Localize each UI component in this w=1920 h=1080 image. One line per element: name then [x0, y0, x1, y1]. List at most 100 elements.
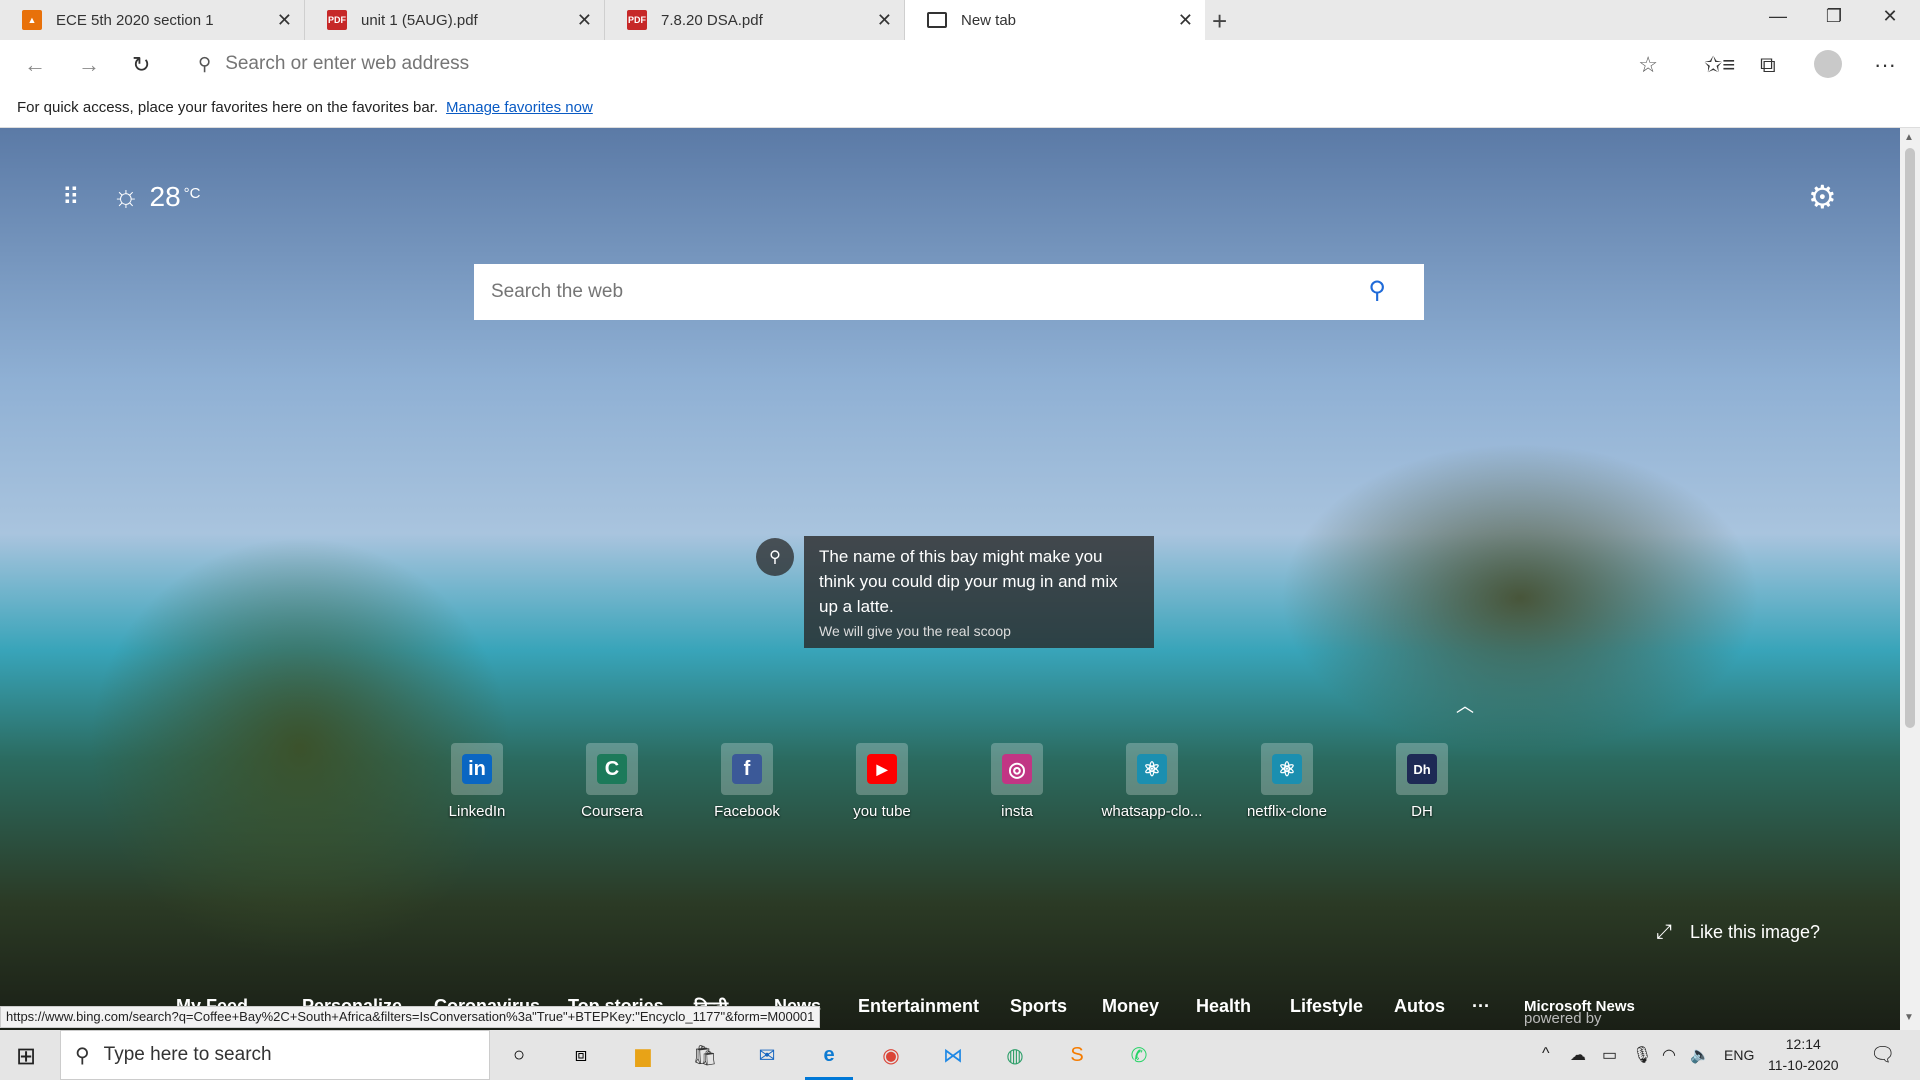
quick-link-coursera[interactable]: C Coursera [552, 743, 672, 820]
close-icon[interactable]: ✕ [877, 10, 892, 31]
powered-by: powered by Microsoft News [1524, 998, 1635, 1027]
quick-link-whatsapp-clone[interactable]: ⚛ whatsapp-clo... [1092, 743, 1212, 820]
notifications-icon[interactable]: 🗨 [1870, 1042, 1895, 1067]
web-search-box[interactable]: ⚲ [474, 264, 1424, 320]
wifi-icon[interactable]: ◠ [1662, 1045, 1676, 1065]
tab-title: unit 1 (5AUG).pdf [361, 11, 478, 29]
quick-link-youtube[interactable]: ▶ you tube [822, 743, 942, 820]
clock[interactable]: 12:14 11-10-2020 [1768, 1034, 1839, 1076]
youtube-icon: ▶ [867, 754, 897, 784]
taskbar-search[interactable]: ⚲ Type here to search [60, 1030, 490, 1080]
new-tab-page: ⠿ ☼ 28 °C ⚙ ⚲ ⚲ The name of this bay mig… [0, 128, 1900, 1030]
quick-link-label: you tube [853, 803, 911, 820]
address-input[interactable] [225, 53, 1426, 75]
edge-icon[interactable]: e [805, 1038, 853, 1080]
feed-tab-health[interactable]: Health [1196, 996, 1251, 1017]
status-url-bar: https://www.bing.com/search?q=Coffee+Bay… [0, 1006, 821, 1028]
image-fact-card[interactable]: The name of this bay might make you thin… [804, 536, 1154, 648]
linkedin-icon: in [462, 754, 492, 784]
weather-widget[interactable]: ☼ 28 °C [112, 180, 201, 214]
quick-link-label: DH [1411, 803, 1433, 820]
profile-avatar[interactable] [1814, 50, 1842, 78]
chrome-icon[interactable]: ◉ [874, 1038, 908, 1072]
battery-icon[interactable]: ▭ [1602, 1045, 1617, 1065]
chevron-up-icon[interactable]: ︿ [1456, 692, 1474, 718]
classroom-icon: ▲ [22, 10, 42, 30]
pdf-icon: PDF [327, 10, 347, 30]
image-fact-subtext: We will give you the real scoop [819, 623, 1011, 639]
image-fact-headline: The name of this bay might make you thin… [819, 547, 1118, 616]
onedrive-icon[interactable]: ☁ [1570, 1045, 1586, 1065]
search-icon: ⚲ [75, 1044, 90, 1067]
like-image-label: Like this image? [1690, 922, 1821, 942]
app-icon[interactable]: ◍ [998, 1038, 1032, 1072]
close-window-button[interactable]: ✕ [1870, 6, 1910, 27]
close-icon[interactable]: ✕ [577, 10, 592, 31]
taskbar-search-placeholder: Type here to search [103, 1044, 272, 1065]
gear-icon[interactable]: ⚙ [1808, 178, 1837, 216]
file-explorer-icon[interactable]: ▆ [626, 1038, 660, 1072]
react-icon: ⚛ [1272, 754, 1302, 784]
feed-tab-sports[interactable]: Sports [1010, 996, 1067, 1017]
quick-link-label: whatsapp-clo... [1101, 803, 1203, 820]
react-icon: ⚛ [1137, 754, 1167, 784]
sublime-icon[interactable]: S [1060, 1038, 1094, 1072]
quick-link-insta[interactable]: ◎ insta [957, 743, 1077, 820]
feed-tab-autos[interactable]: Autos [1394, 996, 1445, 1017]
whatsapp-icon[interactable]: ✆ [1122, 1038, 1156, 1072]
feed-more-button[interactable]: ··· [1472, 996, 1490, 1017]
tab-new-tab[interactable]: New tab ✕ [905, 0, 1205, 40]
windows-start-icon[interactable]: ⊞ [16, 1042, 36, 1071]
quick-link-dh[interactable]: Dh DH [1362, 743, 1482, 820]
collections-icon[interactable]: ⧉ [1760, 52, 1776, 78]
refresh-button[interactable]: ↻ [132, 52, 150, 78]
favorites-icon[interactable]: ✩≡ [1704, 52, 1735, 78]
quick-link-netflix-clone[interactable]: ⚛ netflix-clone [1227, 743, 1347, 820]
newtab-icon [927, 12, 947, 28]
favorites-bar: For quick access, place your favorites h… [0, 88, 1920, 128]
tab-dsa-pdf[interactable]: PDF 7.8.20 DSA.pdf ✕ [605, 0, 905, 40]
language-indicator[interactable]: ENG [1724, 1047, 1754, 1063]
tab-classroom[interactable]: ▲ ECE 5th 2020 section 1 ✕ [0, 0, 305, 40]
feed-tab-entertainment[interactable]: Entertainment [858, 996, 979, 1017]
feed-tab-money[interactable]: Money [1102, 996, 1159, 1017]
app-launcher-icon[interactable]: ⠿ [62, 183, 80, 212]
cortana-icon[interactable]: ○ [502, 1038, 536, 1072]
task-view-icon[interactable]: ⧈ [564, 1038, 598, 1072]
restore-button[interactable]: ❐ [1814, 6, 1854, 27]
manage-favorites-link[interactable]: Manage favorites now [446, 99, 593, 116]
vscode-icon[interactable]: ⋈ [936, 1038, 970, 1072]
store-icon[interactable]: 🛍 [688, 1038, 722, 1072]
microphone-icon[interactable]: 🎙 [1632, 1045, 1652, 1065]
new-tab-button[interactable]: + [1212, 6, 1227, 37]
close-icon[interactable]: ✕ [1178, 10, 1193, 31]
page-scrollbar[interactable]: ▲ ▼ [1900, 128, 1920, 1030]
weather-unit: °C [183, 184, 201, 202]
favorite-star-icon[interactable]: ☆ [1638, 52, 1658, 78]
back-button[interactable]: ← [24, 52, 46, 78]
tray-chevron-icon[interactable]: ^ [1542, 1045, 1550, 1063]
clock-time: 12:14 [1785, 1036, 1821, 1052]
quick-link-label: LinkedIn [448, 803, 506, 820]
tab-title: ECE 5th 2020 section 1 [56, 11, 214, 29]
more-menu-icon[interactable]: ··· [1874, 52, 1896, 78]
close-icon[interactable]: ✕ [277, 10, 292, 31]
minimize-button[interactable]: — [1758, 6, 1798, 27]
image-info-search-icon[interactable]: ⚲ [756, 538, 794, 576]
quick-link-linkedin[interactable]: in LinkedIn [417, 743, 537, 820]
tab-unit1-pdf[interactable]: PDF unit 1 (5AUG).pdf ✕ [305, 0, 605, 40]
mail-icon[interactable]: ✉ [750, 1038, 784, 1072]
scroll-up-arrow[interactable]: ▲ [1904, 132, 1914, 143]
scrollbar-thumb[interactable] [1905, 148, 1915, 728]
like-image-button[interactable]: ⤢ Like this image? [1656, 921, 1820, 944]
quick-link-label: netflix-clone [1246, 803, 1328, 820]
web-search-input[interactable] [491, 281, 1331, 303]
address-bar[interactable]: ⚲ ☆ [180, 45, 1680, 83]
forward-button[interactable]: → [78, 52, 100, 78]
volume-icon[interactable]: 🔈 [1690, 1045, 1710, 1065]
feed-tab-lifestyle[interactable]: Lifestyle [1290, 996, 1363, 1017]
scroll-down-arrow[interactable]: ▼ [1904, 1012, 1914, 1023]
search-icon[interactable]: ⚲ [1368, 276, 1386, 305]
coursera-icon: C [597, 754, 627, 784]
quick-link-facebook[interactable]: f Facebook [687, 743, 807, 820]
